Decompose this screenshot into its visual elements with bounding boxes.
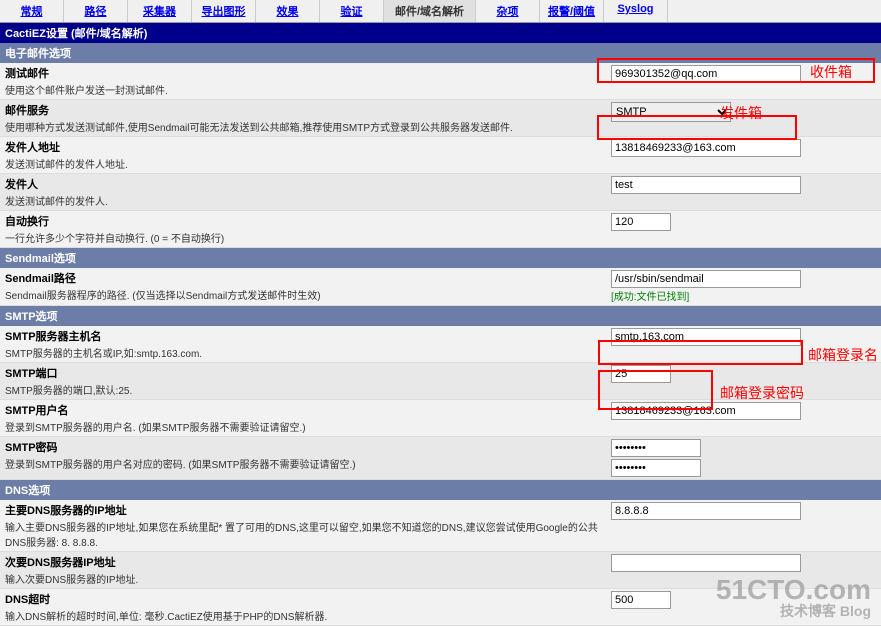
row-smtp-port: SMTP端口SMTP服务器的端口,默认:25. [0,363,881,400]
input-dns-primary[interactable] [611,502,801,520]
input-smtp-pass[interactable] [611,439,701,457]
label-smtp-pass: SMTP密码 [5,439,601,455]
row-dns-timeout: DNS超时输入DNS解析的超时时间,单位: 毫秒.CactiEZ使用基于PHP的… [0,589,881,626]
input-dns-secondary[interactable] [611,554,801,572]
input-sender-addr[interactable] [611,139,801,157]
main-section-header: CactiEZ设置 (邮件/域名解析) [0,23,881,43]
row-dns-primary: 主要DNS服务器的IP地址输入主要DNS服务器的IP地址,如果您在系统里配* 置… [0,500,881,552]
row-test-mail: 测试邮件使用这个邮件账户发送一封测试邮件. [0,63,881,100]
row-smtp-user: SMTP用户名登录到SMTP服务器的用户名. (如果SMTP服务器不需要验证请留… [0,400,881,437]
row-mail-service: 邮件服务使用哪种方式发送测试邮件,使用Sendmail可能无法发送到公共邮箱,推… [0,100,881,137]
sendmail-options-header: Sendmail选项 [0,248,881,268]
label-sendmail-path: Sendmail路径 [5,270,601,286]
tab-collector[interactable]: 采集器 [128,0,192,22]
row-sendmail-path: Sendmail路径Sendmail服务器程序的路径. (仅当选择以Sendma… [0,268,881,306]
smtp-options-header: SMTP选项 [0,306,881,326]
input-smtp-user[interactable] [611,402,801,420]
input-smtp-pass-confirm[interactable] [611,459,701,477]
label-dns-timeout: DNS超时 [5,591,601,607]
label-sender-addr: 发件人地址 [5,139,601,155]
sendmail-success: [成功:文件已找到] [611,288,876,303]
input-smtp-port[interactable] [611,365,671,383]
tab-misc[interactable]: 杂项 [476,0,540,22]
dns-options-header: DNS选项 [0,480,881,500]
label-smtp-user: SMTP用户名 [5,402,601,418]
label-dns-primary: 主要DNS服务器的IP地址 [5,502,601,518]
label-smtp-port: SMTP端口 [5,365,601,381]
tab-bar: 常规 路径 采集器 导出图形 效果 验证 邮件/域名解析 杂项 报警/阈值 Sy… [0,0,881,23]
row-auto-wrap: 自动换行一行允许多少个字符并自动换行. (0 = 不自动换行) [0,211,881,248]
tab-verify[interactable]: 验证 [320,0,384,22]
select-mail-service[interactable]: SMTP [611,102,731,122]
tab-alarm[interactable]: 报警/阈值 [540,0,604,22]
input-test-mail[interactable] [611,65,801,83]
row-smtp-host: SMTP服务器主机名SMTP服务器的主机名或IP,如:smtp.163.com. [0,326,881,363]
email-options-header: 电子邮件选项 [0,43,881,63]
tab-path[interactable]: 路径 [64,0,128,22]
label-smtp-host: SMTP服务器主机名 [5,328,601,344]
label-test-mail: 测试邮件 [5,65,601,81]
input-dns-timeout[interactable] [611,591,671,609]
input-auto-wrap[interactable] [611,213,671,231]
label-dns-secondary: 次要DNS服务器IP地址 [5,554,601,570]
input-sender[interactable] [611,176,801,194]
row-dns-secondary: 次要DNS服务器IP地址输入次要DNS服务器的IP地址. [0,552,881,589]
label-auto-wrap: 自动换行 [5,213,601,229]
tab-effect[interactable]: 效果 [256,0,320,22]
row-smtp-pass: SMTP密码登录到SMTP服务器的用户名对应的密码. (如果SMTP服务器不需要… [0,437,881,480]
tab-syslog[interactable]: Syslog [604,0,668,22]
row-sender-addr: 发件人地址发送测试邮件的发件人地址. [0,137,881,174]
tab-export-graph[interactable]: 导出图形 [192,0,256,22]
tab-mail-dns[interactable]: 邮件/域名解析 [384,0,476,22]
tab-general[interactable]: 常规 [0,0,64,22]
input-smtp-host[interactable] [611,328,801,346]
label-mail-service: 邮件服务 [5,102,601,118]
input-sendmail-path[interactable] [611,270,801,288]
row-sender: 发件人发送测试邮件的发件人. [0,174,881,211]
label-sender: 发件人 [5,176,601,192]
